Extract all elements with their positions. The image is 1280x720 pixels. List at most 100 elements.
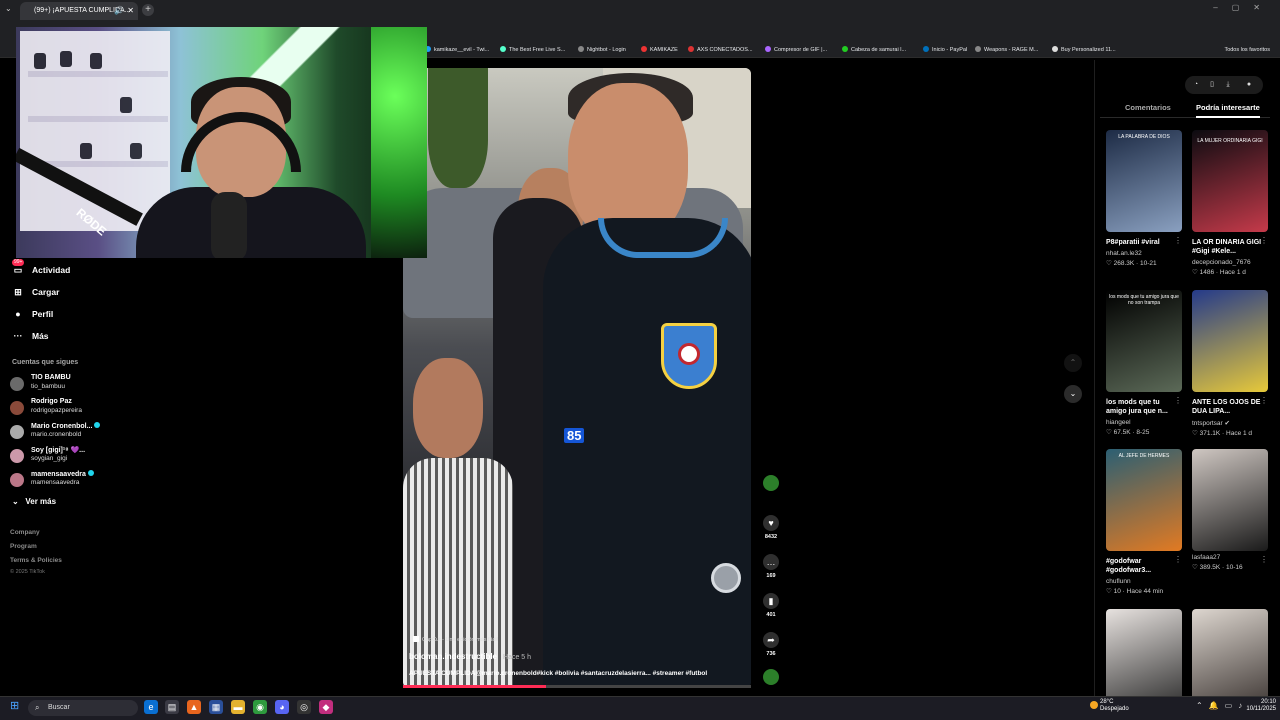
taskbar-clock[interactable]: 20:10 10/11/2025 (1236, 699, 1276, 713)
video-thumbnail: LA MUJER ORDINARIA GIGI (1192, 130, 1268, 232)
video-progress-fill (403, 685, 546, 688)
more-options-icon[interactable]: ⋮ (1260, 236, 1268, 245)
following-header: Cuentas que sigues (12, 359, 79, 366)
card-stats: ♡ 268.3K · 10-21 (1106, 260, 1157, 267)
app-orange-icon[interactable]: ▲ (187, 700, 201, 714)
share-button[interactable]: ➦ 736 (762, 632, 780, 657)
video-thumbnail: LA PALABRA DE DIOS (1106, 130, 1182, 232)
bookmark-item[interactable]: AXS CONECTADOS... (688, 42, 753, 58)
more-options-icon[interactable]: ⋮ (1260, 555, 1268, 564)
save-button[interactable]: ▮ 401 (762, 593, 780, 618)
windows-start-icon[interactable]: ⊞ (10, 700, 22, 712)
video-thumbnail: los mods que tu amigo jura que no son tr… (1106, 290, 1182, 392)
video-progress-bar[interactable] (403, 685, 751, 688)
user-avatar[interactable]: ● (1241, 76, 1257, 94)
taskbar-search[interactable]: ⌕ Buscar (28, 700, 138, 716)
author-name: boloman.indestructible (409, 652, 498, 661)
previous-video-button[interactable]: ⌃ (1064, 354, 1082, 372)
footer-link[interactable]: Company (10, 529, 40, 536)
bookmark-item[interactable]: Compresor de GIF |... (765, 42, 827, 58)
streamer-body (136, 187, 366, 258)
recommended-video-card[interactable]: los mods que tu amigo jura que no son tr… (1106, 290, 1182, 436)
video-description[interactable]: APUESTA CUMPLIDA@mario.cronenbold#kick #… (409, 670, 747, 677)
green-light-panel (371, 27, 427, 258)
thumbnail-caption: LA PALABRA DE DIOS (1118, 134, 1170, 140)
active-tab-indicator (1196, 116, 1260, 118)
video-player[interactable] (403, 68, 751, 688)
weather-widget[interactable]: 28°C Despejado (1090, 699, 1129, 713)
next-video-button[interactable]: ⌄ (1064, 385, 1082, 403)
recommended-video-card[interactable]: AL JEFE DE HERMES #godofwar #godofwar3...… (1106, 449, 1182, 595)
video-client-head (413, 358, 483, 458)
bookmark-favicon-icon (975, 46, 981, 52)
browser-tab-active[interactable]: (99+) ¡APUESTA CUMPLIDA... 🔊 ✕ (20, 2, 138, 20)
tab-search-icon[interactable]: ⌄ (5, 4, 12, 13)
recommended-video-card[interactable]: LA PALABRA DE DIOS P8#paratii #viral nhat.… (1106, 130, 1182, 267)
comment-button[interactable]: … 169 (762, 554, 780, 579)
shelf-figure (60, 51, 72, 67)
speaker-icon[interactable]: 🔊 (114, 2, 124, 20)
shelf-row (28, 71, 168, 77)
app-icon[interactable]: ▤ (165, 700, 179, 714)
more-options-icon[interactable]: ⋮ (1174, 236, 1182, 245)
bookmark-favicon-icon (842, 46, 848, 52)
bookmark-item[interactable]: Nightbot - Login (578, 42, 626, 58)
capcut-label[interactable]: CapCut - Una edición más fácil (413, 636, 498, 643)
card-stats: ♡ 10 · Hace 44 min (1106, 588, 1164, 595)
bookmark-item[interactable]: KAMIKAZE (641, 42, 678, 58)
tab-comments[interactable]: Comentarios (1125, 103, 1171, 112)
sidebar-item-actividad[interactable]: ▭ Actividad (12, 262, 71, 278)
recommended-video-card[interactable]: ANTE LOS OJOS DE DUA LIPA... tntsportsar … (1192, 290, 1268, 437)
creator-avatar[interactable] (763, 475, 779, 491)
download-icon[interactable]: ⤓ (1221, 76, 1235, 94)
account-handle: mamensaavedra (31, 479, 80, 486)
new-tab-button[interactable]: + (142, 4, 154, 16)
all-favorites-link[interactable]: Todos los favoritos (1224, 42, 1270, 58)
like-button[interactable]: ♥ 8432 (762, 515, 780, 540)
sidebar-item-perfil[interactable]: ● Perfil (12, 306, 53, 322)
card-stats: ♡ 67.5K · 8-25 (1106, 429, 1150, 436)
shelf-figure (34, 53, 46, 69)
more-options-icon[interactable]: ⋮ (1260, 396, 1268, 405)
more-options-icon[interactable]: ⋮ (1174, 396, 1182, 405)
share-icon: ➦ (763, 632, 779, 648)
speed-icon[interactable]: ◔ (1189, 76, 1203, 94)
app-blue-icon[interactable]: ▦ (209, 700, 223, 714)
bookmark-item[interactable]: The Best Free Live S... (500, 42, 565, 58)
bookmark-item[interactable]: Inicio - PayPal (923, 42, 967, 58)
see-more-button[interactable]: ⌄ Ver más (12, 497, 56, 506)
copyright: © 2025 TikTok (10, 569, 45, 575)
sidebar-item-más[interactable]: ··· Más (12, 328, 49, 344)
bookmark-item[interactable]: Buy Personalized 11... (1052, 42, 1116, 58)
bookmark-item[interactable]: Cabeza de samurai l... (842, 42, 906, 58)
edge-icon[interactable]: e (144, 700, 158, 714)
phone-icon[interactable]: ▯ (1205, 76, 1219, 94)
card-title: ANTE LOS OJOS DE DUA LIPA... (1192, 399, 1261, 415)
card-user: lasfaaa27 (1192, 554, 1221, 561)
video-author[interactable]: boloman.indestructible Hace 5 h (409, 652, 531, 661)
sun-icon (1090, 701, 1098, 709)
music-disc-avatar[interactable] (763, 669, 779, 685)
shelf-figure (120, 97, 132, 113)
footer-link[interactable]: Terms & Policies (10, 557, 62, 564)
recommended-video-card[interactable]: LA MUJER ORDINARIA GIGI LA OR DINARIA GIG… (1192, 130, 1268, 276)
bookmark-item[interactable]: Weapons - RAGE M... (975, 42, 1038, 58)
bookmark-icon: ▮ (763, 593, 779, 609)
account-name: TIO BAMBU (31, 374, 71, 381)
file-explorer-icon[interactable]: ▬ (231, 700, 245, 714)
more-options-icon[interactable]: ⋮ (1174, 555, 1182, 564)
bookmark-item[interactable]: kamikaze__evil - Twi... (425, 42, 489, 58)
more-icon: ··· (13, 331, 23, 341)
footer-link[interactable]: Program (10, 543, 37, 550)
close-tab-icon[interactable]: ✕ (127, 2, 134, 20)
chrome-icon[interactable]: ◉ (253, 700, 267, 714)
recommended-video-card[interactable]: lasfaaa27 ♡ 389.5K · 10-16 ⋮ (1192, 449, 1268, 571)
app-pink-icon[interactable]: ◆ (319, 700, 333, 714)
thumbnail-caption: LA MUJER ORDINARIA GIGI (1197, 138, 1263, 144)
obs-icon[interactable]: ◎ (297, 700, 311, 714)
window-controls[interactable]: –▢✕ (1213, 3, 1274, 12)
thumbnail-caption: los mods que tu amigo jura que no son tr… (1109, 294, 1179, 306)
tab-interest[interactable]: Podría interesarte (1196, 103, 1260, 112)
discord-icon[interactable]: ◕ (275, 700, 289, 714)
sidebar-item-cargar[interactable]: ⊞ Cargar (12, 284, 59, 300)
